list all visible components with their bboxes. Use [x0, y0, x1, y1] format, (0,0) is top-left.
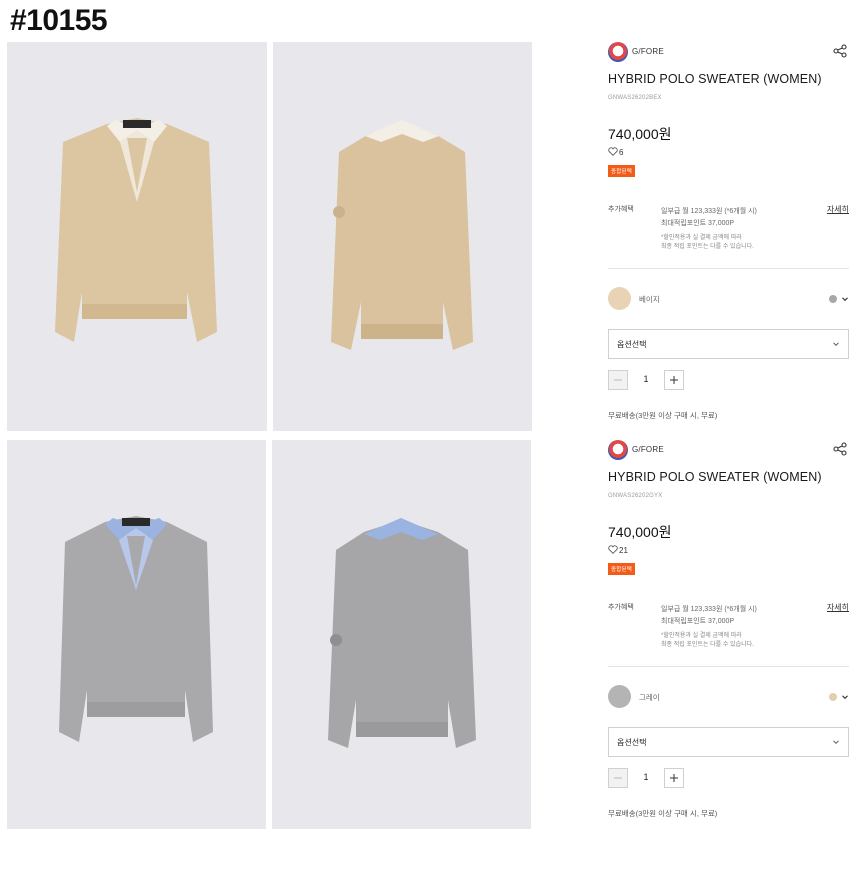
- status-badge: 종합된택: [608, 563, 636, 575]
- sweater-front-image: [55, 118, 217, 342]
- brand-name[interactable]: G/FORE: [632, 47, 664, 56]
- heart-icon: [608, 545, 618, 554]
- divider: [608, 268, 849, 269]
- product-photo-beige-back[interactable]: [273, 42, 532, 431]
- product-title: HYBRID POLO SWEATER (WOMEN): [608, 72, 822, 86]
- plus-icon: [670, 774, 678, 782]
- points-note: *할인적용과 실 결제 금액에 따라: [661, 633, 742, 639]
- sweater-back-image: [331, 120, 473, 350]
- share-icon[interactable]: [833, 442, 847, 456]
- chevron-down-icon[interactable]: [841, 693, 849, 701]
- chevron-down-icon: [833, 342, 839, 347]
- brand-row: G/FORE: [608, 42, 849, 64]
- points-note: 최종 적립 포인트는 다를 수 있습니다.: [661, 244, 754, 250]
- option-select[interactable]: 옵션선택: [608, 329, 849, 359]
- brand-logo-icon[interactable]: [608, 42, 628, 62]
- share-icon[interactable]: [833, 44, 847, 58]
- brand-name[interactable]: G/FORE: [632, 445, 664, 454]
- sweater-back-image: [328, 518, 476, 748]
- option-select-label: 옵션선택: [617, 340, 647, 349]
- quantity-decrease-button[interactable]: [608, 370, 628, 390]
- divider: [608, 666, 849, 667]
- like-button[interactable]: 21: [608, 545, 628, 555]
- points-note: *할인적용과 실 결제 금액에 따라: [661, 235, 742, 241]
- like-button[interactable]: 6: [608, 147, 623, 157]
- product-code: GNWAS26202BEX: [608, 95, 662, 101]
- alt-color-swatch[interactable]: [829, 295, 837, 303]
- like-count: 21: [619, 546, 628, 555]
- benefit-detail-link[interactable]: 자세히: [827, 204, 849, 215]
- color-name: 베이지: [639, 295, 660, 304]
- brand-logo-icon[interactable]: [608, 440, 628, 460]
- status-badge: 종합된택: [608, 165, 636, 177]
- brand-row: G/FORE: [608, 440, 849, 462]
- product-price: 740,000원: [608, 524, 672, 540]
- points-note: 최종 적립 포인트는 다를 수 있습니다.: [661, 642, 754, 648]
- product-photo-beige-front[interactable]: [7, 42, 267, 431]
- benefit-detail-link[interactable]: 자세히: [827, 602, 849, 613]
- product-photo-gray-front[interactable]: [7, 440, 266, 829]
- option-select[interactable]: 옵션선택: [608, 727, 849, 757]
- quantity-increase-button[interactable]: [664, 768, 684, 788]
- product-info-panel-gray: G/FORE HYBRID POLO SWEATER (WOMEN) GNWAS…: [608, 440, 849, 830]
- like-count: 6: [619, 148, 624, 157]
- benefit-label: 추가혜택: [608, 604, 634, 611]
- shipping-info: 무료배송(3만원 이상 구매 시, 무료): [608, 411, 718, 420]
- sweater-front-image: [59, 516, 213, 742]
- quantity-value[interactable]: 1: [636, 772, 656, 782]
- installment-info: 일부급 월 123,333원 (*6개월 시): [661, 606, 757, 613]
- plus-icon: [670, 376, 678, 384]
- product-photo-gray-back[interactable]: [272, 440, 531, 829]
- max-points-info: 최대적립포인트 37,000P: [661, 220, 735, 227]
- color-swatch: [608, 685, 631, 708]
- heart-icon: [608, 147, 618, 156]
- installment-info: 일부급 월 123,333원 (*6개월 시): [661, 208, 757, 215]
- product-title: HYBRID POLO SWEATER (WOMEN): [608, 470, 822, 484]
- minus-icon: [614, 777, 622, 779]
- quantity-decrease-button[interactable]: [608, 768, 628, 788]
- benefit-label: 추가혜택: [608, 206, 634, 213]
- product-code: GNWAS26202GYX: [608, 493, 663, 499]
- alt-color-swatch[interactable]: [829, 693, 837, 701]
- quantity-increase-button[interactable]: [664, 370, 684, 390]
- option-select-label: 옵션선택: [617, 738, 647, 747]
- minus-icon: [614, 379, 622, 381]
- quantity-value[interactable]: 1: [636, 374, 656, 384]
- chevron-down-icon[interactable]: [841, 295, 849, 303]
- product-info-panel-beige: G/FORE HYBRID POLO SWEATER (WOMEN) GNWAS…: [608, 42, 849, 432]
- color-swatch: [608, 287, 631, 310]
- product-price: 740,000원: [608, 126, 672, 142]
- max-points-info: 최대적립포인트 37,000P: [661, 618, 735, 625]
- page-id-label: #10155: [10, 4, 108, 37]
- shipping-info: 무료배송(3만원 이상 구매 시, 무료): [608, 809, 718, 818]
- chevron-down-icon: [833, 740, 839, 745]
- color-name: 그레이: [639, 693, 660, 702]
